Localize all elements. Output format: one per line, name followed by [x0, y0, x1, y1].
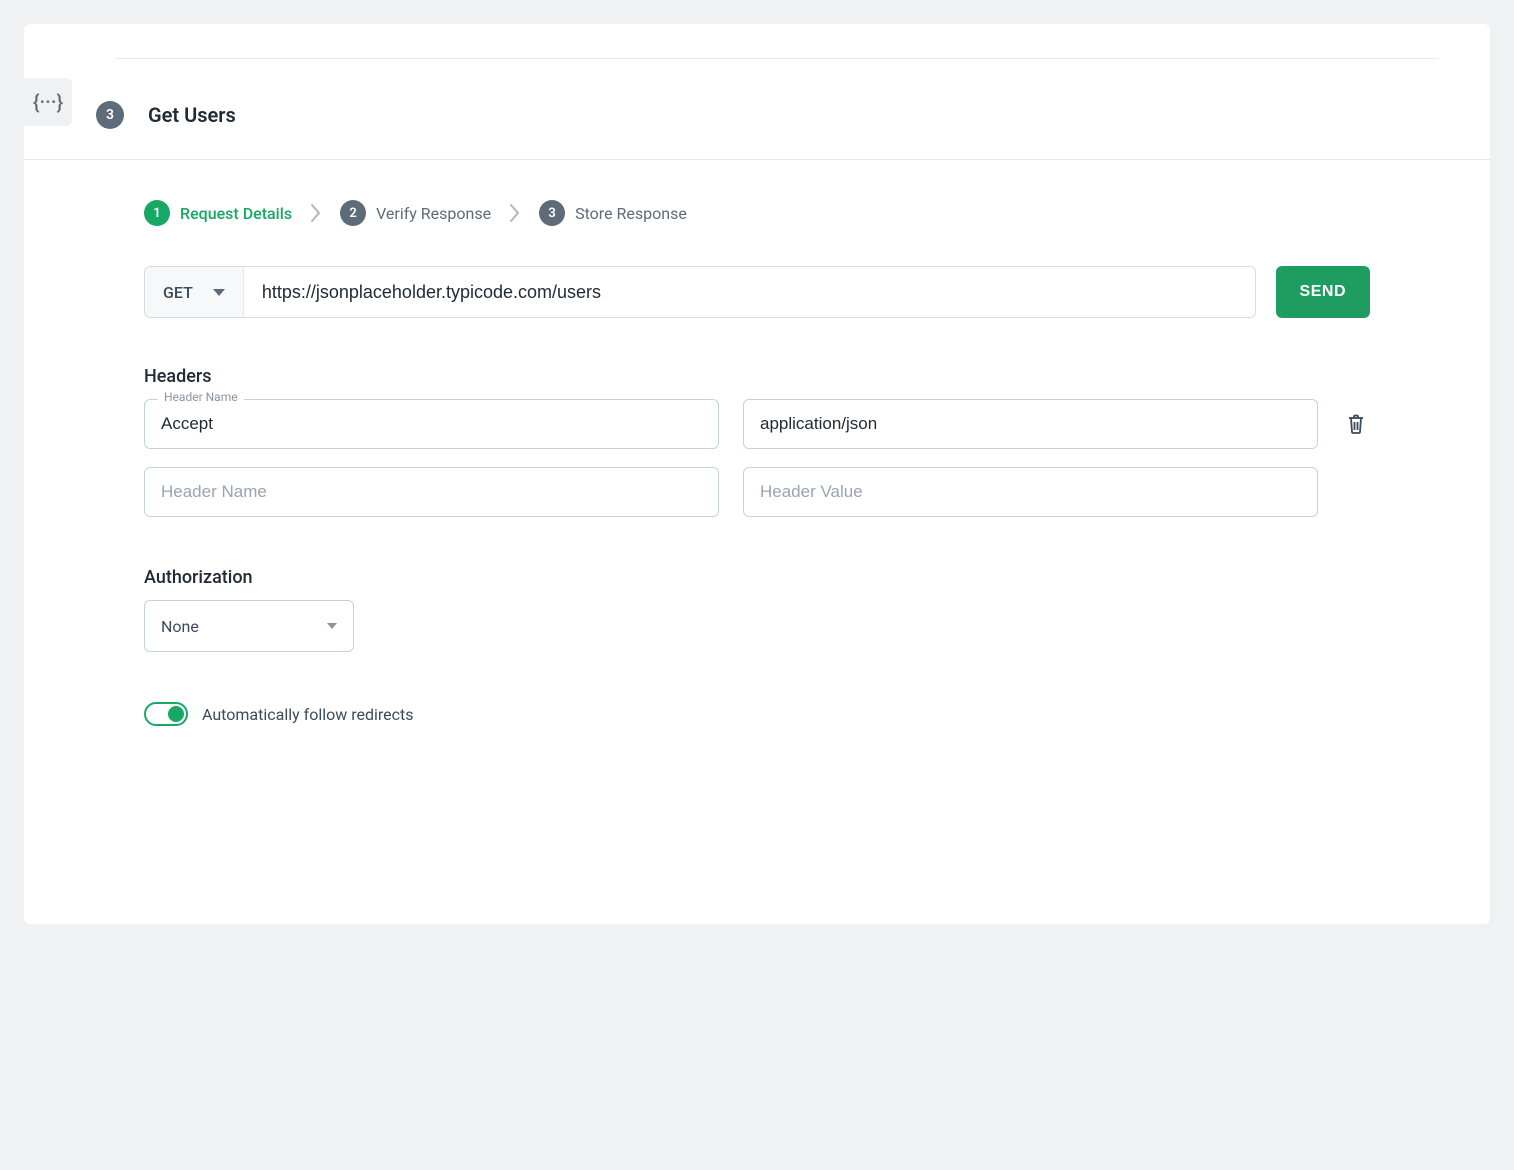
authorization-title: Authorization — [144, 567, 1370, 588]
header-name-float-label: Header Name — [158, 390, 244, 404]
json-braces-tab[interactable]: {···} — [24, 78, 72, 126]
wizard-steps: 1 Request Details 2 Verify Response 3 St… — [144, 200, 1370, 226]
chevron-right-icon — [310, 203, 322, 223]
http-method-select[interactable]: GET — [145, 267, 244, 317]
header-row: Header Name — [144, 399, 1370, 449]
headers-grid: Header Name — [144, 399, 1370, 517]
title-row: 3 Get Users — [24, 71, 1490, 160]
caret-down-icon — [213, 289, 225, 296]
headers-title: Headers — [144, 366, 1370, 387]
step-store-response[interactable]: 3 Store Response — [539, 200, 687, 226]
header-value-input[interactable] — [743, 467, 1318, 517]
url-row: GET SEND — [144, 266, 1370, 318]
follow-redirects-label: Automatically follow redirects — [202, 705, 414, 724]
follow-redirects-row: Automatically follow redirects — [144, 702, 1370, 726]
header-name-input[interactable] — [144, 467, 719, 517]
header-value-input[interactable] — [743, 399, 1318, 449]
content-area: 1 Request Details 2 Verify Response 3 St… — [24, 160, 1490, 726]
send-button[interactable]: SEND — [1276, 266, 1370, 318]
authorization-select[interactable]: None — [144, 600, 354, 652]
step-label: Store Response — [575, 204, 687, 223]
caret-down-icon — [327, 623, 337, 629]
url-box: GET — [144, 266, 1256, 318]
page-title: Get Users — [148, 103, 236, 127]
header-name-field: Header Name — [144, 399, 719, 449]
authorization-value: None — [161, 617, 199, 636]
request-url-input[interactable] — [244, 267, 1255, 317]
step-verify-response[interactable]: 2 Verify Response — [340, 200, 491, 226]
trash-icon — [1346, 413, 1366, 435]
header-value-field — [743, 467, 1318, 517]
follow-redirects-toggle[interactable] — [144, 702, 188, 726]
step-number: 1 — [144, 200, 170, 226]
http-method-value: GET — [163, 283, 193, 302]
json-braces-icon: {···} — [33, 90, 63, 114]
step-number: 3 — [539, 200, 565, 226]
header-row-empty — [144, 467, 1370, 517]
step-badge: 3 — [96, 101, 124, 129]
header-name-field — [144, 467, 719, 517]
header-name-input[interactable] — [144, 399, 719, 449]
request-builder-card: {···} 3 Get Users 1 Request Details 2 Ve… — [24, 24, 1490, 924]
header-value-field — [743, 399, 1318, 449]
top-divider — [116, 58, 1438, 71]
toggle-knob — [168, 706, 184, 722]
step-request-details[interactable]: 1 Request Details — [144, 200, 292, 226]
step-label: Verify Response — [376, 204, 491, 223]
step-label: Request Details — [180, 204, 292, 223]
delete-header-button[interactable] — [1342, 413, 1370, 435]
step-number: 2 — [340, 200, 366, 226]
chevron-right-icon — [509, 203, 521, 223]
